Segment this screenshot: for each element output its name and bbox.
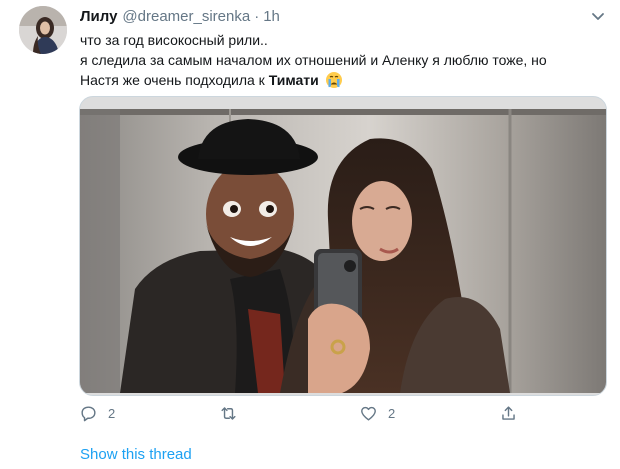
separator-dot: · xyxy=(254,7,260,25)
tweet-text: что за год високосный рили.. я следила з… xyxy=(80,30,610,90)
tweet-header: Лилу @dreamer_sirenka · 1h xyxy=(80,6,280,26)
share-icon xyxy=(502,405,515,420)
retweet-icon xyxy=(221,406,236,420)
tweet-text-line: я следила за самым началом их отношений … xyxy=(80,52,547,68)
photo-image xyxy=(80,109,606,393)
chevron-down-icon[interactable] xyxy=(590,8,606,24)
tweet-photo[interactable] xyxy=(79,96,607,396)
mention-bold: Тимати xyxy=(268,72,319,88)
avatar[interactable] xyxy=(19,6,67,54)
reply-icon xyxy=(81,405,96,421)
retweet-button[interactable] xyxy=(219,400,248,426)
author-handle[interactable]: @dreamer_sirenka xyxy=(122,8,250,25)
share-button[interactable] xyxy=(499,400,518,426)
like-count: 2 xyxy=(388,405,396,421)
tweet-card[interactable]: Лилу @dreamer_sirenka · 1h что за год ви… xyxy=(0,0,620,469)
tweet-text-line: что за год високосный рили.. xyxy=(80,32,268,48)
author-name[interactable]: Лилу xyxy=(80,8,117,25)
crying-face-icon xyxy=(325,71,343,89)
tweet-actions: 2 2 xyxy=(79,400,529,426)
tweet-timestamp[interactable]: 1h xyxy=(263,8,280,25)
reply-count: 2 xyxy=(108,405,116,421)
like-icon xyxy=(361,406,376,421)
show-thread-link[interactable]: Show this thread xyxy=(80,446,192,463)
like-button[interactable]: 2 xyxy=(359,400,395,426)
tweet-text-line: Настя же очень подходила к Тимати xyxy=(80,70,610,90)
reply-button[interactable]: 2 xyxy=(79,400,115,426)
tweet-text-segment: Настя же очень подходила к xyxy=(80,72,269,88)
